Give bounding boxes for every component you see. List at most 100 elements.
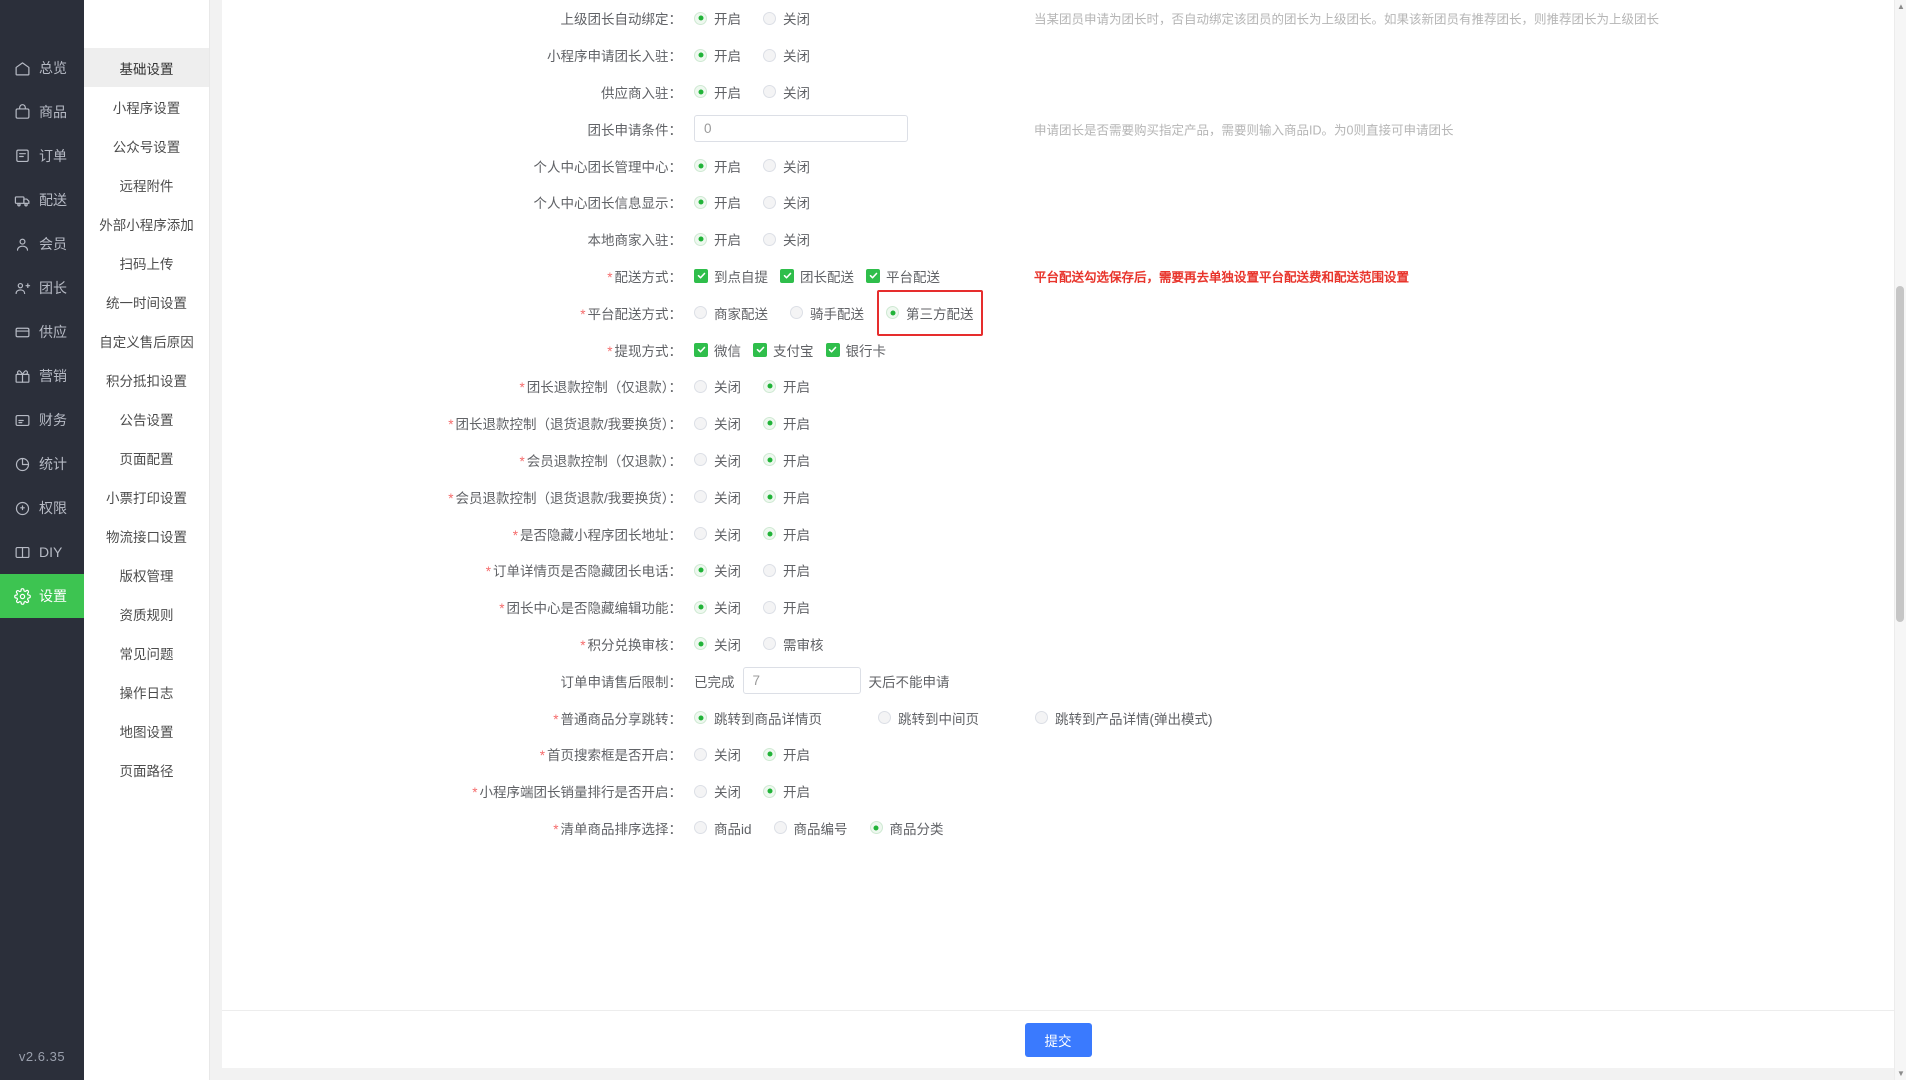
radio-ucenter-leader-info-1[interactable]: 开启: [694, 192, 741, 212]
scrollbar-thumb[interactable]: [1896, 286, 1904, 622]
radio-parent-leader-auto-bind-2[interactable]: 关闭: [763, 8, 810, 28]
form-row-platform-delivery-method: * 平台配送方式： 商家配送 骑手配送 第三方配送: [222, 289, 1894, 336]
submenu-item-17[interactable]: 操作日志: [84, 672, 209, 711]
radio-leader-refund-only-1[interactable]: 关闭: [694, 376, 741, 396]
radio-member-refund-return-2[interactable]: 开启: [763, 487, 810, 507]
submenu-item-5[interactable]: 外部小程序添加: [84, 204, 209, 243]
radio-leader-refund-only-2[interactable]: 开启: [763, 376, 810, 396]
radio-miniapp-apply-leader-2[interactable]: 关闭: [763, 45, 810, 65]
radio-hide-leader-phone-order-detail-2[interactable]: 开启: [763, 560, 810, 580]
required-star: *: [553, 821, 559, 837]
form-label-hide-miniapp-leader-address: * 是否隐藏小程序团长地址：: [222, 524, 694, 544]
submenu-item-6[interactable]: 扫码上传: [84, 243, 209, 282]
radio-hide-leader-center-edit-2[interactable]: 开启: [763, 597, 810, 617]
radio-order-goods-sort-select-3[interactable]: 商品分类: [869, 818, 944, 838]
sidebar-item-4[interactable]: 配送: [0, 178, 84, 222]
submenu-item-3[interactable]: 公众号设置: [84, 126, 209, 165]
submenu-item-12[interactable]: 小票打印设置: [84, 477, 209, 516]
checkbox-delivery-method-3[interactable]: 平台配送: [866, 266, 940, 286]
scroll-up-arrow[interactable]: ▲: [1895, 0, 1906, 13]
form-label-text: 上级团长自动绑定：: [560, 12, 683, 28]
sidebar-item-2[interactable]: 商品: [0, 90, 84, 134]
submenu-item-18[interactable]: 地图设置: [84, 711, 209, 750]
submenu-item-13[interactable]: 物流接口设置: [84, 516, 209, 555]
submenu-item-11[interactable]: 页面配置: [84, 438, 209, 477]
sidebar-item-9[interactable]: 财务: [0, 398, 84, 442]
checkbox-withdraw-method-1[interactable]: 微信: [694, 340, 741, 360]
radio-points-exchange-audit-1[interactable]: 关闭: [694, 634, 741, 654]
radio-hide-leader-phone-order-detail-1[interactable]: 关闭: [694, 560, 741, 580]
radio-platform-delivery-method-1[interactable]: 商家配送: [694, 303, 768, 323]
sidebar-item-11[interactable]: 权限: [0, 486, 84, 530]
radio-leader-refund-return-1[interactable]: 关闭: [694, 413, 741, 433]
checkbox-delivery-method-1[interactable]: 到点自提: [694, 266, 768, 286]
checkbox-withdraw-method-2[interactable]: 支付宝: [753, 340, 814, 360]
checkbox-delivery-method-2[interactable]: 团长配送: [780, 266, 854, 286]
radio-label: 开启: [714, 85, 741, 101]
radio-supplier-entry-2[interactable]: 关闭: [763, 82, 810, 102]
radio-hide-miniapp-leader-address-1[interactable]: 关闭: [694, 524, 741, 544]
radio-member-refund-return-1[interactable]: 关闭: [694, 487, 741, 507]
radio-leader-refund-return-2[interactable]: 开启: [763, 413, 810, 433]
radio-hide-miniapp-leader-address-2[interactable]: 开启: [763, 524, 810, 544]
sidebar-item-8[interactable]: 营销: [0, 354, 84, 398]
submenu-item-10[interactable]: 公告设置: [84, 399, 209, 438]
submit-button[interactable]: 提交: [1024, 1022, 1092, 1057]
submenu-item-4[interactable]: 远程附件: [84, 165, 209, 204]
radio-member-refund-only-2[interactable]: 开启: [763, 450, 810, 470]
sidebar-item-10[interactable]: 统计: [0, 442, 84, 486]
radio-supplier-entry-1[interactable]: 开启: [694, 82, 741, 102]
radio-platform-delivery-method-3[interactable]: 第三方配送: [886, 303, 974, 323]
radio-member-refund-only-1[interactable]: 关闭: [694, 450, 741, 470]
submenu-item-8[interactable]: 自定义售后原因: [84, 321, 209, 360]
submenu-item-9[interactable]: 积分抵扣设置: [84, 360, 209, 399]
sidebar-item-1[interactable]: 总览: [0, 46, 84, 90]
submenu-item-2[interactable]: 小程序设置: [84, 87, 209, 126]
radio-ucenter-leader-info-2[interactable]: 关闭: [763, 192, 810, 212]
radio-platform-delivery-method-2[interactable]: 骑手配送: [790, 303, 864, 323]
radio-ucenter-leader-admin-1[interactable]: 开启: [694, 156, 741, 176]
form-label-miniapp-apply-leader: 小程序申请团长入驻：: [222, 45, 694, 65]
checkbox-withdraw-method-3[interactable]: 银行卡: [825, 340, 886, 360]
radio-order-goods-sort-select-2[interactable]: 商品编号: [773, 818, 848, 838]
form-row-hide-leader-center-edit: * 团长中心是否隐藏编辑功能： 关闭 开启: [222, 589, 1894, 626]
radio-local-merchant-entry-1[interactable]: 开启: [694, 229, 741, 249]
input-leader-apply-condition[interactable]: [694, 115, 908, 143]
submenu-item-7[interactable]: 统一时间设置: [84, 282, 209, 321]
input-order-aftersale-limit[interactable]: [742, 667, 861, 695]
submenu-item-1[interactable]: 基础设置: [84, 48, 209, 87]
radio-home-search-box-enabled-1[interactable]: 关闭: [694, 744, 741, 764]
sidebar-item-5[interactable]: 会员: [0, 222, 84, 266]
sidebar-item-13[interactable]: 设置: [0, 574, 84, 618]
page-scrollbar[interactable]: ▲ ▼: [1894, 0, 1906, 1080]
radio-ucenter-leader-admin-2[interactable]: 关闭: [763, 156, 810, 176]
radio-home-search-box-enabled-2[interactable]: 开启: [763, 744, 810, 764]
sidebar-item-7[interactable]: 供应: [0, 310, 84, 354]
form-label-text: 清单商品排序选择：: [560, 821, 683, 837]
sidebar-item-3[interactable]: 订单: [0, 134, 84, 178]
sidebar-item-label: 设置: [39, 588, 67, 604]
scroll-down-arrow[interactable]: ▼: [1895, 1067, 1906, 1080]
submenu-item-19[interactable]: 页面路径: [84, 750, 209, 789]
radio-local-merchant-entry-2[interactable]: 关闭: [763, 229, 810, 249]
radio-miniapp-leader-sales-rank-1[interactable]: 关闭: [694, 781, 741, 801]
sidebar-item-12[interactable]: DIY: [0, 530, 84, 574]
submenu-item-14[interactable]: 版权管理: [84, 555, 209, 594]
radio-dot: [694, 85, 707, 99]
required-star: *: [580, 637, 586, 653]
submenu-item-15[interactable]: 资质规则: [84, 594, 209, 633]
radio-hide-leader-center-edit-1[interactable]: 关闭: [694, 597, 741, 617]
radio-normal-goods-share-jump-1[interactable]: 跳转到商品详情页: [694, 708, 822, 728]
radio-normal-goods-share-jump-3[interactable]: 跳转到产品详情(弹出模式): [1035, 708, 1213, 728]
submenu-item-16[interactable]: 常见问题: [84, 633, 209, 672]
form-row-order-aftersale-limit: 订单申请售后限制： 已完成 天后不能申请: [222, 662, 1894, 699]
radio-points-exchange-audit-2[interactable]: 需审核: [763, 634, 824, 654]
radio-miniapp-apply-leader-1[interactable]: 开启: [694, 45, 741, 65]
sidebar-item-6[interactable]: 团长: [0, 266, 84, 310]
radio-order-goods-sort-select-1[interactable]: 商品id: [694, 818, 752, 838]
radio-miniapp-leader-sales-rank-2[interactable]: 开启: [763, 781, 810, 801]
form-label-text: 本地商家入驻：: [587, 233, 683, 249]
radio-normal-goods-share-jump-2[interactable]: 跳转到中间页: [878, 708, 979, 728]
radio-dot: [694, 821, 707, 835]
radio-parent-leader-auto-bind-1[interactable]: 开启: [694, 8, 741, 28]
